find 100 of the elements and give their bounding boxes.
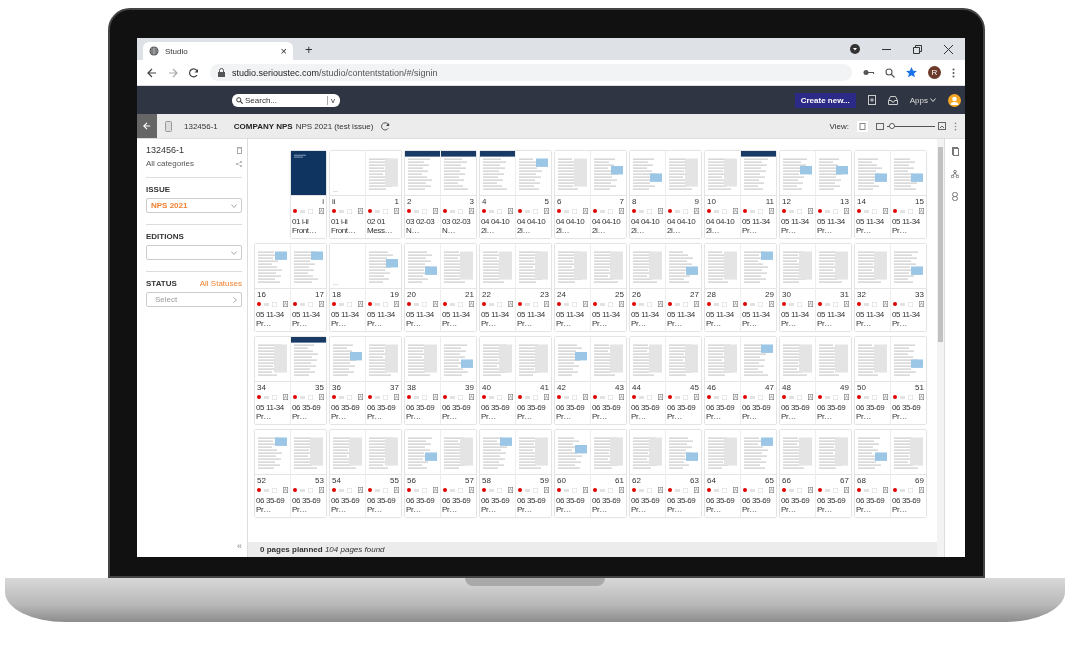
- page-spread[interactable]: 46 06 35-69 Pr… 47 06 35-69 Pr…: [705, 337, 776, 424]
- pdf-icon[interactable]: [883, 208, 888, 214]
- page-spread[interactable]: 34 05 11-34 Pr… 35 06 35-69 Pr…: [255, 337, 326, 424]
- pdf-icon[interactable]: [358, 487, 363, 493]
- pdf-icon[interactable]: [394, 394, 399, 400]
- pdf-icon[interactable]: [883, 394, 888, 400]
- add-page-icon[interactable]: [867, 95, 876, 105]
- pdf-icon[interactable]: [658, 208, 663, 214]
- pdf-icon[interactable]: [658, 394, 663, 400]
- reload-icon[interactable]: [189, 67, 199, 78]
- page-spread[interactable]: 62 06 35-69 Pr… 63 06 35-69 Pr…: [630, 430, 701, 517]
- scrollbar[interactable]: [937, 139, 944, 557]
- pdf-icon[interactable]: [694, 301, 699, 307]
- profile-dropdown-icon[interactable]: [850, 44, 860, 54]
- pdf-icon[interactable]: [583, 208, 588, 214]
- pdf-icon[interactable]: [883, 487, 888, 493]
- page-spread[interactable]: 50 06 35-69 Pr… 51 06 35-69 Pr…: [855, 337, 926, 424]
- pdf-icon[interactable]: [433, 301, 438, 307]
- pdf-icon[interactable]: [619, 301, 624, 307]
- page-spread[interactable]: 64 06 35-69 Pr… 65 06 35-69 Pr…: [705, 430, 776, 517]
- pdf-icon[interactable]: [283, 394, 288, 400]
- pdf-icon[interactable]: [619, 394, 624, 400]
- page-spread[interactable]: 2 03 02-03 N… 3 03 02-03 N…: [405, 151, 476, 238]
- browser-tab[interactable]: Studio ×: [143, 42, 293, 60]
- pdf-icon[interactable]: [844, 394, 849, 400]
- pdf-icon[interactable]: [544, 394, 549, 400]
- more-icon[interactable]: [952, 67, 955, 78]
- forward-icon[interactable]: [168, 67, 178, 78]
- new-tab-button[interactable]: +: [305, 42, 313, 56]
- pdf-icon[interactable]: [733, 394, 738, 400]
- pdf-icon[interactable]: [319, 487, 324, 493]
- page-spread[interactable]: 54 06 35-69 Pr… 55 06 35-69 Pr…: [330, 430, 401, 517]
- view-mode-icon[interactable]: [857, 120, 868, 132]
- page-spread[interactable]: 32 05 11-34 Pr… 33 05 11-34 Pr…: [855, 244, 926, 331]
- pdf-icon[interactable]: [508, 394, 513, 400]
- page-spread[interactable]: 6 04 04-10 2l… 7 04 04-10 2l…: [555, 151, 626, 238]
- pdf-icon[interactable]: [433, 208, 438, 214]
- page-spread[interactable]: 24 05 11-34 Pr… 25 05 11-34 Pr…: [555, 244, 626, 331]
- collapse-sidebar-button[interactable]: «: [237, 542, 242, 551]
- search-dropdown-button[interactable]: v: [327, 95, 338, 105]
- page-spread[interactable]: 48 06 35-69 Pr… 49 06 35-69 Pr…: [780, 337, 851, 424]
- pdf-icon[interactable]: [658, 487, 663, 493]
- pdf-icon[interactable]: [358, 301, 363, 307]
- page-spread[interactable]: 66 06 35-69 Pr… 67 06 35-69 Pr…: [780, 430, 851, 517]
- close-icon[interactable]: [944, 44, 953, 54]
- pdf-icon[interactable]: [808, 394, 813, 400]
- pdf-icon[interactable]: [808, 301, 813, 307]
- network-icon[interactable]: [951, 170, 959, 178]
- star-icon[interactable]: [906, 67, 917, 78]
- pdf-icon[interactable]: [808, 208, 813, 214]
- pdf-icon[interactable]: [919, 208, 924, 214]
- page-spread[interactable]: 12 05 11-34 Pr… 13 05 11-34 Pr…: [780, 151, 851, 238]
- page-spread[interactable]: 22 05 11-34 Pr… 23 05 11-34 Pr…: [480, 244, 551, 331]
- pdf-icon[interactable]: [658, 301, 663, 307]
- pdf-icon[interactable]: [844, 208, 849, 214]
- pdf-icon[interactable]: [883, 301, 888, 307]
- page-spread[interactable]: 8 04 04-10 2l… 9 04 04-10 2l…: [630, 151, 701, 238]
- pdf-icon[interactable]: [508, 487, 513, 493]
- page-spread[interactable]: 14 05 11-34 Pr… 15 05 11-34 Pr…: [855, 151, 926, 238]
- zoom-slider-thumb[interactable]: [889, 123, 896, 129]
- pdf-icon[interactable]: [583, 487, 588, 493]
- page-spread[interactable]: 40 06 35-69 Pr… 41 06 35-69 Pr…: [480, 337, 551, 424]
- pdf-icon[interactable]: [358, 394, 363, 400]
- pdf-icon[interactable]: [319, 394, 324, 400]
- pdf-icon[interactable]: [469, 394, 474, 400]
- address-bar[interactable]: studio.serioustec.com/studio/contentstation/#/signin: [210, 64, 852, 81]
- page-spread[interactable]: 4 04 04-10 2l… 5 04 04-10 2l…: [480, 151, 551, 238]
- pdf-icon[interactable]: [319, 208, 324, 214]
- page-spread[interactable]: 20 05 11-34 Pr… 21 05 11-34 Pr…: [405, 244, 476, 331]
- pdf-icon[interactable]: [844, 487, 849, 493]
- pages-icon[interactable]: [951, 147, 959, 156]
- pdf-icon[interactable]: [919, 394, 924, 400]
- pdf-icon[interactable]: [544, 301, 549, 307]
- pdf-icon[interactable]: [733, 301, 738, 307]
- pdf-icon[interactable]: [808, 487, 813, 493]
- pdf-icon[interactable]: [433, 487, 438, 493]
- pdf-icon[interactable]: [508, 208, 513, 214]
- pdf-icon[interactable]: [544, 208, 549, 214]
- pdf-icon[interactable]: [469, 301, 474, 307]
- pdf-icon[interactable]: [394, 487, 399, 493]
- restore-icon[interactable]: [913, 44, 922, 54]
- trash-icon[interactable]: [237, 146, 242, 154]
- page-spread[interactable]: 58 06 35-69 Pr… 59 06 35-69 Pr…: [480, 430, 551, 517]
- pdf-icon[interactable]: [583, 394, 588, 400]
- page-spread[interactable]: 10 04 04-10 2l… 11 05 11-34 Pr…: [705, 151, 776, 238]
- profile-avatar[interactable]: R: [928, 66, 941, 79]
- pdf-icon[interactable]: [694, 394, 699, 400]
- page-spread[interactable]: 42 06 35-69 Pr… 43 06 35-69 Pr…: [555, 337, 626, 424]
- pdf-icon[interactable]: [583, 301, 588, 307]
- pdf-icon[interactable]: [694, 208, 699, 214]
- page-spread[interactable]: 28 05 11-34 Pr… 29 05 11-34 Pr…: [705, 244, 776, 331]
- page-spread[interactable]: 44 06 35-69 Pr… 45 06 35-69 Pr…: [630, 337, 701, 424]
- pdf-icon[interactable]: [433, 394, 438, 400]
- pdf-icon[interactable]: [469, 208, 474, 214]
- pdf-icon[interactable]: [283, 487, 288, 493]
- pdf-icon[interactable]: [733, 208, 738, 214]
- page-spread[interactable]: 30 05 11-34 Pr… 31 05 11-34 Pr…: [780, 244, 851, 331]
- apps-menu[interactable]: Apps: [909, 95, 936, 105]
- back-button[interactable]: [137, 114, 157, 138]
- pdf-icon[interactable]: [358, 208, 363, 214]
